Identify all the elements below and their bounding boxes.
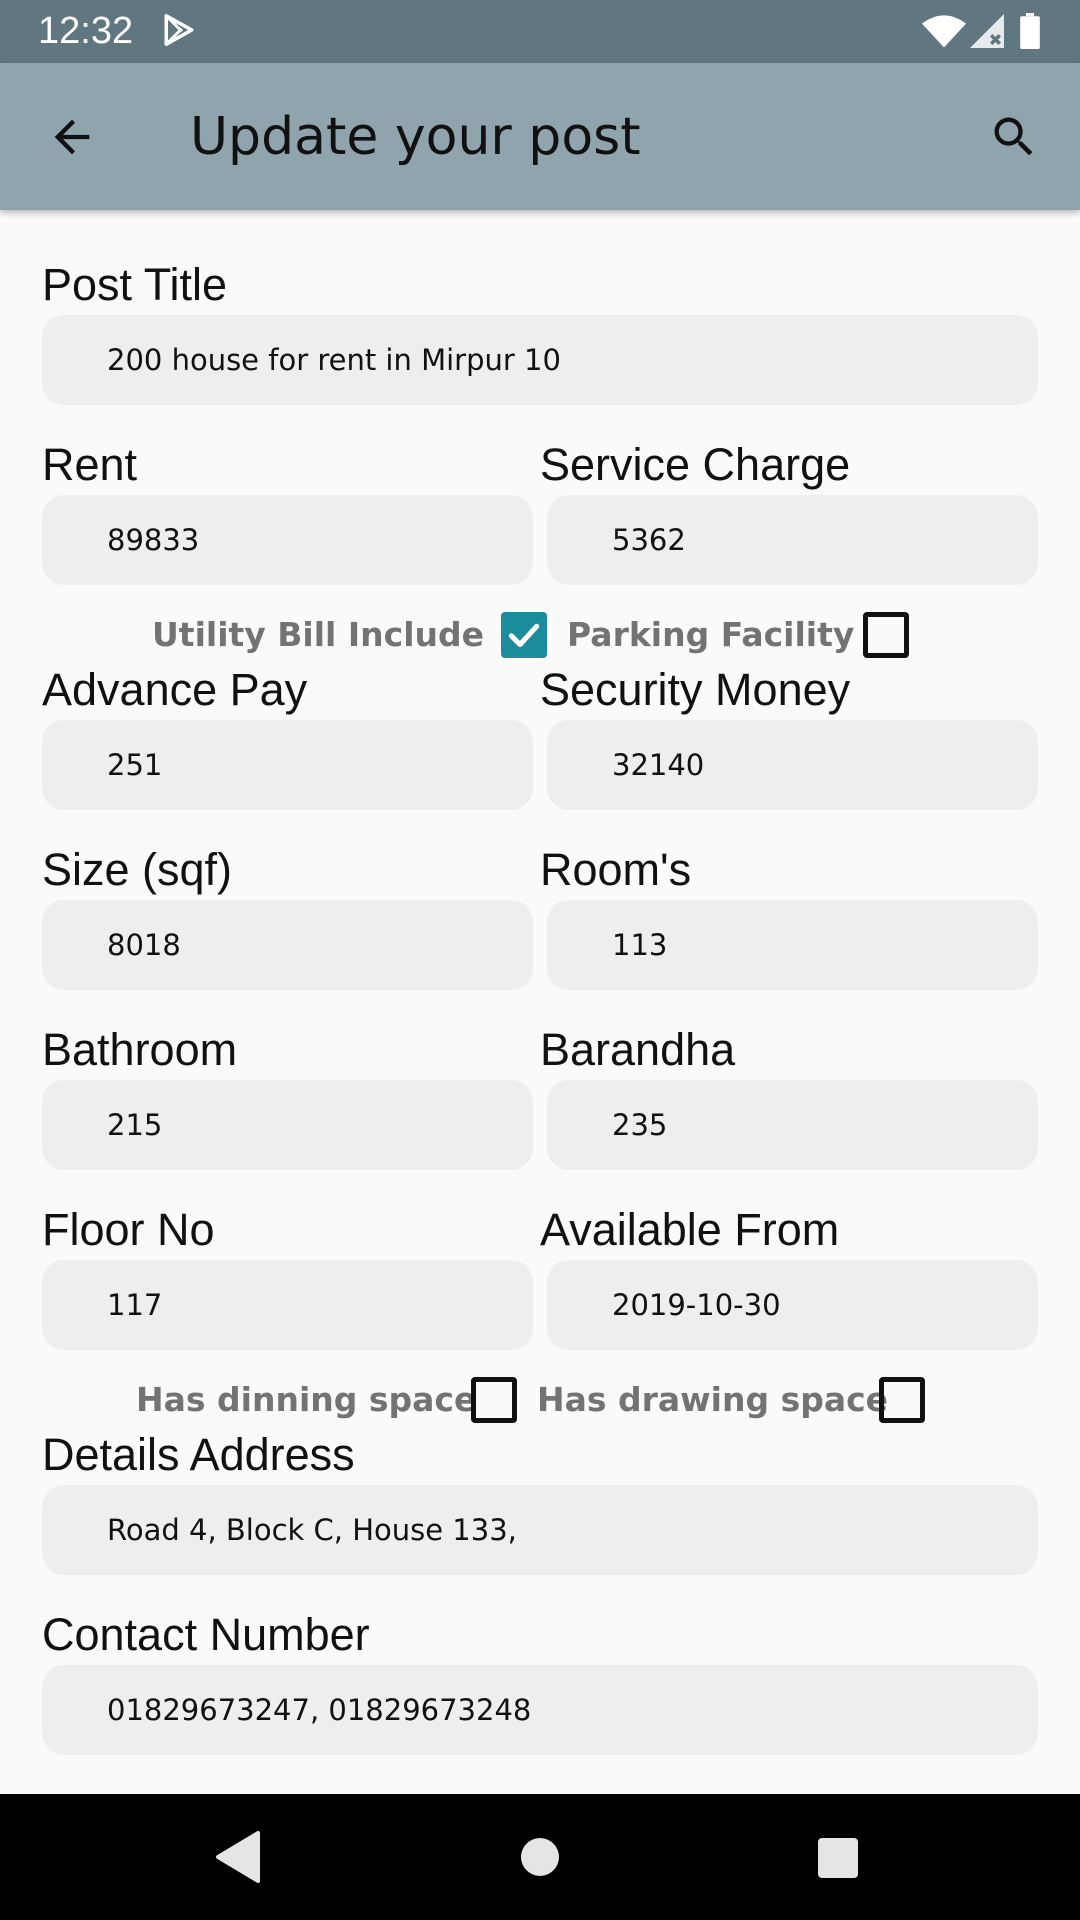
app-bar: Update your post [0, 63, 1080, 210]
post-title-label: Post Title [42, 259, 228, 310]
navigation-bar [0, 1794, 1080, 1920]
contact-input[interactable]: 01829673247, 01829673248 [42, 1665, 1038, 1755]
dinning-space-checkbox[interactable] [471, 1377, 517, 1423]
floor-no-input[interactable]: 117 [42, 1260, 533, 1350]
nav-home-icon[interactable] [521, 1838, 559, 1876]
available-from-label: Available From [540, 1204, 840, 1255]
post-title-input[interactable]: 200 house for rent in Mirpur 10 [42, 315, 1038, 405]
battery-icon [1020, 13, 1040, 49]
nav-recents-icon[interactable] [818, 1838, 858, 1878]
rooms-label: Room's [540, 844, 692, 895]
floor-no-label: Floor No [42, 1204, 215, 1255]
signal-icon [970, 14, 1004, 48]
service-charge-label: Service Charge [540, 439, 851, 490]
page-title: Update your post [190, 107, 641, 167]
check-icon [508, 623, 540, 648]
nav-back-icon[interactable] [214, 1831, 262, 1883]
size-label: Size (sqf) [42, 844, 233, 895]
utility-bill-checkbox[interactable] [501, 612, 547, 658]
barandha-label: Barandha [540, 1024, 736, 1075]
size-input[interactable]: 8018 [42, 900, 533, 990]
bathroom-label: Bathroom [42, 1024, 238, 1075]
rent-label: Rent [42, 439, 138, 490]
security-money-label: Security Money [540, 664, 851, 715]
back-arrow-icon[interactable] [46, 111, 98, 163]
dinning-space-label: Has dinning space [136, 1380, 477, 1419]
rent-input[interactable]: 89833 [42, 495, 533, 585]
search-icon[interactable] [988, 111, 1040, 163]
drawing-space-checkbox[interactable] [879, 1377, 925, 1423]
address-label: Details Address [42, 1429, 355, 1480]
service-charge-input[interactable]: 5362 [547, 495, 1038, 585]
rooms-input[interactable]: 113 [547, 900, 1038, 990]
bathroom-input[interactable]: 215 [42, 1080, 533, 1170]
drawing-space-label: Has drawing space [537, 1380, 889, 1419]
parking-label: Parking Facility [567, 615, 855, 654]
status-time: 12:32 [38, 10, 134, 52]
parking-checkbox[interactable] [863, 612, 909, 658]
advance-pay-input[interactable]: 251 [42, 720, 533, 810]
play-store-icon [164, 14, 194, 46]
barandha-input[interactable]: 235 [547, 1080, 1038, 1170]
address-input[interactable]: Road 4, Block C, House 133, [42, 1485, 1038, 1575]
security-money-input[interactable]: 32140 [547, 720, 1038, 810]
advance-pay-label: Advance Pay [42, 664, 308, 715]
utility-bill-label: Utility Bill Include [152, 615, 484, 654]
available-from-input[interactable]: 2019-10-30 [547, 1260, 1038, 1350]
wifi-icon [922, 15, 966, 48]
contact-label: Contact Number [42, 1609, 370, 1660]
status-bar: 12:32 [0, 0, 1080, 63]
